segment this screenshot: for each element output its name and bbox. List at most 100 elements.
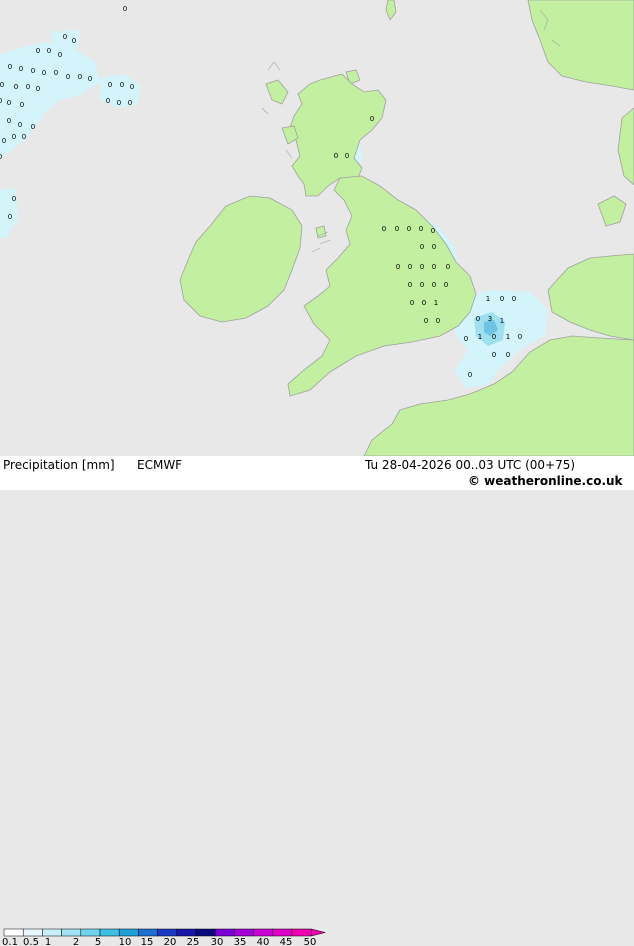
precip-value-label: 0 — [130, 83, 134, 91]
precip-value-label: 3 — [488, 315, 492, 323]
legend-tick-label: 0.1 — [2, 937, 18, 946]
precip-value-label: 0 — [420, 281, 424, 289]
precip-value-label: 0 — [0, 81, 4, 89]
precip-value-label: 0 — [345, 152, 349, 160]
map-title: Precipitation [mm] — [3, 458, 115, 472]
precip-value-label: 0 — [422, 299, 426, 307]
precip-value-label: 0 — [396, 263, 400, 271]
legend-color-box — [61, 928, 82, 937]
legend-tick-label: 10 — [119, 937, 132, 946]
precip-value-label: 0 — [18, 121, 22, 129]
precip-value-label: 0 — [72, 37, 76, 45]
precip-value-label: 0 — [106, 97, 110, 105]
precip-value-label: 0 — [446, 263, 450, 271]
legend-color-box — [3, 928, 24, 937]
precip-value-label: 0 — [120, 81, 124, 89]
precip-value-label: 0 — [123, 5, 127, 13]
precip-value-label: 0 — [382, 225, 386, 233]
precipitation-map: 00 00 0 00 0 0 0 0 0 0 00 0 0 0 0 0 00 0 0 0 00 0 00 0 00000 00 0 0… — [0, 0, 634, 456]
precip-value-label: 0 — [476, 315, 480, 323]
precip-value-label: 0 — [0, 97, 2, 105]
legend-color-box — [176, 928, 197, 937]
precip-value-label: 0 — [108, 81, 112, 89]
precip-value-label: 1 — [486, 295, 490, 303]
precip-value-label: 0 — [420, 263, 424, 271]
legend-tick-label: 20 — [164, 937, 177, 946]
precip-value-label: 0 — [8, 213, 12, 221]
precip-value-label: 0 — [408, 281, 412, 289]
legend-tick-label: 15 — [141, 937, 154, 946]
precip-value-label: 0 — [54, 69, 58, 77]
land-isle-of-man — [315, 225, 327, 239]
legend-tick-label: 5 — [95, 937, 101, 946]
legend-overflow-arrow — [310, 928, 326, 937]
precip-value-label: 0 — [419, 225, 423, 233]
legend-color-box — [80, 928, 101, 937]
precip-value-label: 0 — [66, 73, 70, 81]
legend-tick-label: 50 — [304, 937, 317, 946]
precip-value-label: 1 — [434, 299, 438, 307]
precip-value-label: 0 — [431, 227, 435, 235]
credit-text: © weatheronline.co.uk — [468, 474, 623, 488]
precip-value-label: 0 — [26, 83, 30, 91]
precip-value-label: 0 — [512, 295, 516, 303]
model-name: ECMWF — [137, 458, 183, 472]
legend-color-box — [138, 928, 158, 937]
legend-tick-label: 45 — [280, 937, 293, 946]
precip-value-label: 0 — [7, 117, 11, 125]
precip-value-label: 0 — [492, 333, 496, 341]
precip-value-label: 0 — [128, 99, 132, 107]
legend-tick-label: 35 — [234, 937, 247, 946]
precip-value-label: 1 — [500, 317, 504, 325]
precip-value-label: 0 — [12, 133, 16, 141]
precip-value-label: 0 — [395, 225, 399, 233]
precip-value-label: 0 — [47, 47, 51, 55]
precip-value-label: 0 — [42, 69, 46, 77]
legend-color-box — [234, 928, 254, 937]
precip-value-label: 0 — [36, 47, 40, 55]
valid-datetime: Tu 28-04-2026 00..03 UTC (00+75) — [365, 458, 576, 472]
precip-value-label: 0 — [36, 85, 40, 93]
legend-color-box — [99, 928, 120, 937]
legend-colorbar: 0.1 0.5 1 2 5 10 15 20 25 30 35 40 45 50 — [2, 928, 326, 946]
precip-value-label: 0 — [407, 225, 411, 233]
precip-value-label: 0 — [468, 371, 472, 379]
precip-value-label: 0 — [500, 295, 504, 303]
precip-value-label: 0 — [22, 133, 26, 141]
footer-bar: Precipitation [mm] ECMWF Tu 28-04-2026 0… — [0, 456, 634, 946]
precip-value-label: 0 — [410, 299, 414, 307]
legend-tick-label: 40 — [257, 937, 270, 946]
precip-value-label: 0 — [19, 65, 23, 73]
precip-value-label: 0 — [78, 73, 82, 81]
precip-value-label: 0 — [0, 153, 2, 161]
precip-value-label: 0 — [12, 195, 16, 203]
precip-value-label: 0 — [436, 317, 440, 325]
legend-color-box — [22, 928, 43, 937]
precip-value-label: 0 — [432, 243, 436, 251]
legend-color-box — [195, 928, 216, 937]
precip-value-label: 0 — [31, 123, 35, 131]
precip-value-label: 0 — [88, 75, 92, 83]
precip-value-label: 0 — [424, 317, 428, 325]
legend-tick-label: 25 — [187, 937, 200, 946]
precip-value-label: 0 — [506, 351, 510, 359]
precip-value-label: 0 — [492, 351, 496, 359]
precip-value-label: 0 — [432, 281, 436, 289]
legend-color-box — [118, 928, 139, 937]
legend-color-box — [291, 928, 312, 937]
precip-value-label: 1 — [506, 333, 510, 341]
legend-tick-label: 1 — [45, 937, 51, 946]
precip-value-label: 0 — [117, 99, 121, 107]
precip-value-label: 0 — [408, 263, 412, 271]
precip-value-label: 0 — [370, 115, 374, 123]
precip-value-label: 0 — [20, 101, 24, 109]
precip-value-label: 0 — [420, 243, 424, 251]
precip-value-label: 0 — [518, 333, 522, 341]
precip-value-label: 0 — [464, 335, 468, 343]
precip-value-label: 0 — [334, 152, 338, 160]
legend-color-box — [42, 928, 62, 937]
legend-color-box — [272, 928, 293, 937]
precip-value-label: 0 — [432, 263, 436, 271]
precip-value-label: 0 — [58, 51, 62, 59]
legend-tick-label: 2 — [73, 937, 79, 946]
